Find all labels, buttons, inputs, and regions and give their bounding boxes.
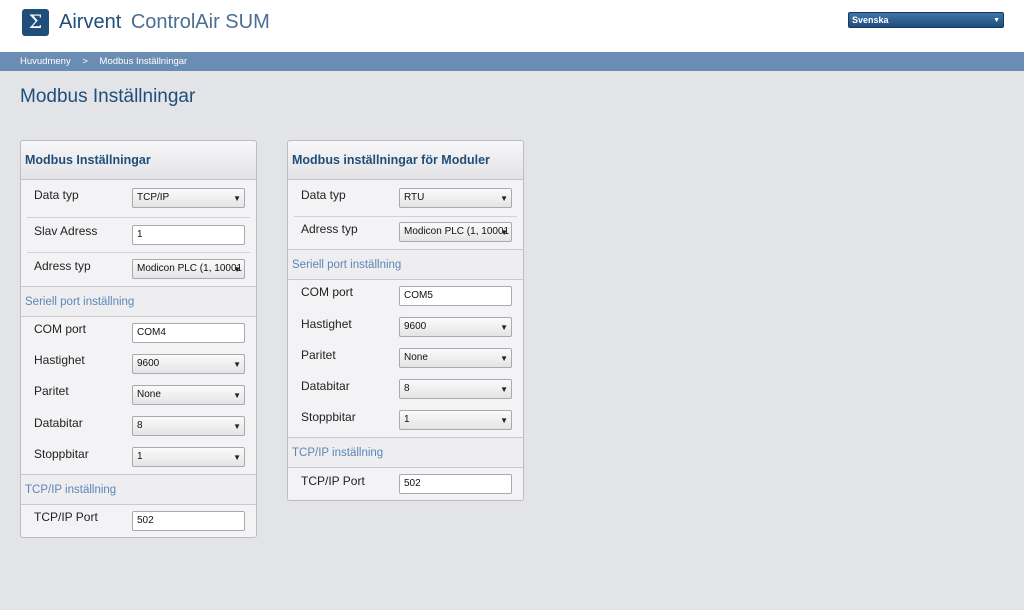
breadcrumb-item-current: Modbus Inställningar [99,56,188,67]
hastighet-value: 9600 [404,321,427,332]
databitar-select[interactable]: 8 ▼ [399,379,512,399]
adress-typ-label: Adress typ [301,222,358,236]
panel-header: Modbus Inställningar [21,141,256,180]
stoppbitar-select[interactable]: 1 ▼ [132,447,245,467]
chevron-down-icon: ▼ [500,385,508,394]
tcp-ip-port-label: TCP/IP Port [301,474,365,488]
serial-port-section-label: Seriell port inställning [292,259,402,271]
stoppbitar-value: 1 [137,451,143,462]
chevron-down-icon: ▼ [233,194,241,203]
serial-port-section-header: Seriell port inställning [21,286,256,317]
data-typ-value: RTU [404,192,425,203]
serial-port-section-header: Seriell port inställning [288,249,523,280]
databitar-value: 8 [404,383,410,394]
databitar-label: Databitar [34,416,83,430]
paritet-label: Paritet [301,348,336,362]
adress-typ-value: Modicon PLC (1, 10001 [404,226,510,237]
hastighet-label: Hastighet [34,353,85,367]
paritet-value: None [137,389,161,400]
chevron-down-icon: ▼ [500,323,508,332]
panel-title: Modbus inställningar för Moduler [292,153,490,167]
chevron-down-icon: ▼ [233,453,241,462]
data-typ-value: TCP/IP [137,192,170,203]
tcp-ip-section-label: TCP/IP inställning [292,447,384,459]
brand-title: Airvent ControlAir SUM [59,10,270,34]
panel-header: Modbus inställningar för Moduler [288,141,523,180]
chevron-down-icon: ▼ [500,354,508,363]
hastighet-select[interactable]: 9600 ▼ [132,354,245,374]
chevron-down-icon: ▼ [233,422,241,431]
com-port-input[interactable]: COM4 [132,323,245,343]
slav-adress-input[interactable]: 1 [132,225,245,245]
page-title: Modbus Inställningar [20,86,196,107]
modbus-settings-panel: Modbus Inställningar Data typ TCP/IP ▼ S… [20,140,257,538]
tcp-ip-section-label: TCP/IP inställning [25,484,117,496]
language-select-value: Svenska [852,15,889,25]
breadcrumb: Huvudmeny > Modbus Inställningar [20,52,196,71]
language-select[interactable]: Svenska ▼ [848,12,1004,28]
top-header: Σ Airvent ControlAir SUM Svenska ▼ [0,0,1024,52]
adress-typ-value: Modicon PLC (1, 10001 [137,263,243,274]
stoppbitar-select[interactable]: 1 ▼ [399,410,512,430]
chevron-down-icon: ▼ [233,391,241,400]
paritet-select[interactable]: None ▼ [399,348,512,368]
chevron-down-icon: ▼ [993,17,1000,24]
adress-typ-select[interactable]: Modicon PLC (1, 10001 ▼ [132,259,245,279]
paritet-label: Paritet [34,384,69,398]
hastighet-value: 9600 [137,358,160,369]
brand-name: Airvent [59,11,122,33]
breadcrumb-separator: > [82,56,88,67]
stoppbitar-label: Stoppbitar [301,410,356,424]
breadcrumb-bar: Huvudmeny > Modbus Inställningar [0,52,1024,71]
adress-typ-select[interactable]: Modicon PLC (1, 10001 ▼ [399,222,512,242]
tcp-ip-port-input[interactable]: 502 [132,511,245,531]
stoppbitar-label: Stoppbitar [34,447,89,461]
tcp-ip-port-input[interactable]: 502 [399,474,512,494]
data-typ-select[interactable]: TCP/IP ▼ [132,188,245,208]
row-divider [27,252,250,253]
airvent-logo: Σ [22,9,49,36]
data-typ-label: Data typ [34,188,79,202]
stoppbitar-value: 1 [404,414,410,425]
databitar-value: 8 [137,420,143,431]
chevron-down-icon: ▼ [500,194,508,203]
adress-typ-label: Adress typ [34,259,91,273]
breadcrumb-item-huvudmeny[interactable]: Huvudmeny [20,56,71,67]
product-name: ControlAir SUM [130,11,270,33]
com-port-label: COM port [301,285,354,299]
row-divider [294,216,517,217]
serial-port-section-label: Seriell port inställning [25,296,135,308]
hastighet-select[interactable]: 9600 ▼ [399,317,512,337]
chevron-down-icon: ▼ [233,360,241,369]
panel-title: Modbus Inställningar [25,153,151,167]
databitar-label: Databitar [301,379,350,393]
row-divider [27,217,250,218]
chevron-down-icon: ▼ [500,416,508,425]
modbus-modules-panel: Modbus inställningar för Moduler Data ty… [287,140,524,501]
tcp-ip-section-header: TCP/IP inställning [21,474,256,505]
tcp-ip-section-header: TCP/IP inställning [288,437,523,468]
com-port-label: COM port [34,322,87,336]
com-port-input[interactable]: COM5 [399,286,512,306]
paritet-select[interactable]: None ▼ [132,385,245,405]
tcp-ip-port-label: TCP/IP Port [34,510,98,524]
databitar-select[interactable]: 8 ▼ [132,416,245,436]
data-typ-select[interactable]: RTU ▼ [399,188,512,208]
chevron-down-icon: ▼ [500,228,508,237]
chevron-down-icon: ▼ [233,265,241,274]
hastighet-label: Hastighet [301,317,352,331]
data-typ-label: Data typ [301,188,346,202]
paritet-value: None [404,352,428,363]
slav-adress-label: Slav Adress [34,224,98,238]
